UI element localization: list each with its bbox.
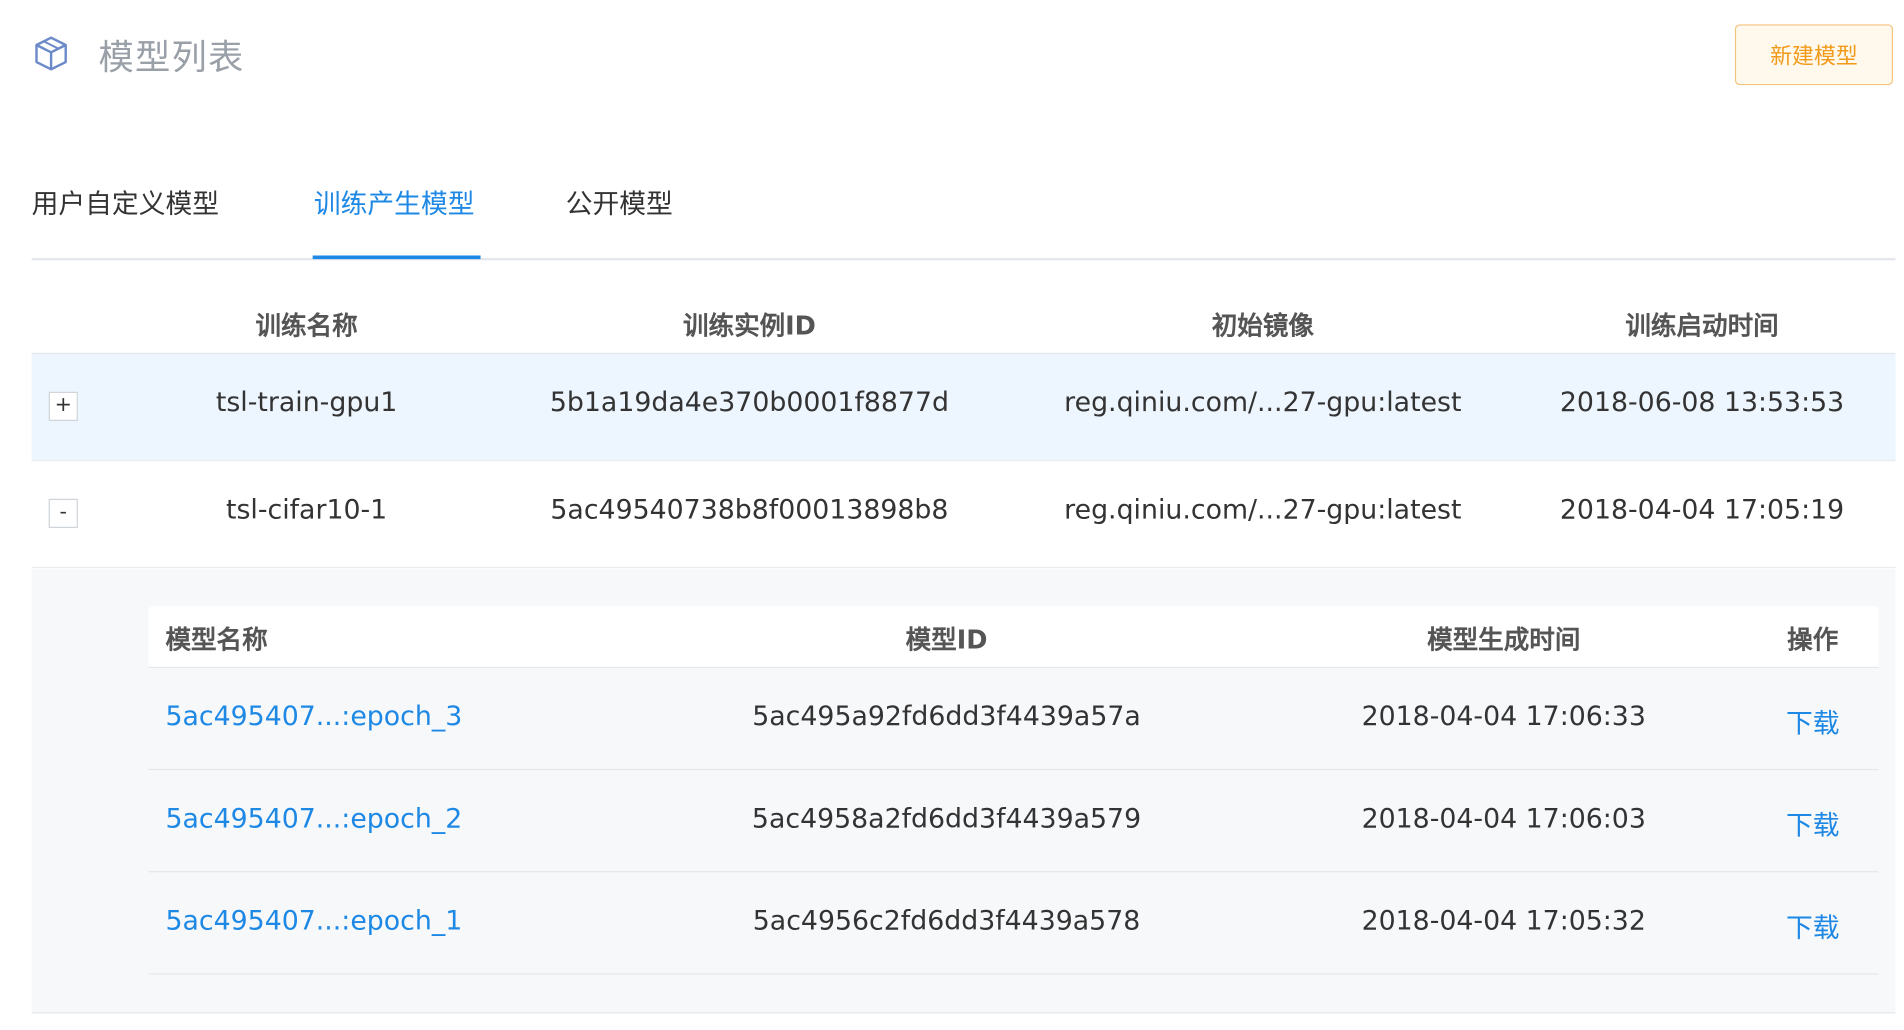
- training-name: tsl-cifar10-1: [225, 495, 388, 526]
- page-canvas: 模型列表 新建模型 用户自定义模型 训练产生模型 公开模型 训练名称 训练实例I…: [0, 0, 1904, 1028]
- column-header-start-time: 训练启动时间: [1625, 311, 1779, 341]
- model-row: 5ac495407...:epoch_2 5ac4958a2fd6dd3f443…: [148, 770, 1879, 873]
- collapse-toggle[interactable]: -: [48, 498, 78, 529]
- model-name-link[interactable]: 5ac495407...:epoch_3: [165, 702, 462, 732]
- model-id: 5ac4956c2fd6dd3f4439a578: [752, 906, 1141, 937]
- model-created-time: 2018-04-04 17:06:03: [1361, 804, 1646, 835]
- column-header-instance-id: 训练实例ID: [682, 311, 816, 341]
- model-id: 5ac4958a2fd6dd3f4439a579: [751, 804, 1142, 835]
- page-title: 模型列表: [98, 36, 245, 78]
- instance-id: 5b1a19da4e370b0001f8877d: [549, 388, 949, 419]
- model-row: 5ac495407...:epoch_3 5ac495a92fd6dd3f443…: [148, 668, 1879, 771]
- download-link[interactable]: 下载: [1786, 702, 1840, 741]
- model-created-time: 2018-04-04 17:06:33: [1361, 701, 1646, 733]
- new-model-button[interactable]: 新建模型: [1734, 24, 1894, 86]
- start-time: 2018-04-04 17:05:19: [1559, 495, 1845, 526]
- column-header-model-id: 模型ID: [905, 625, 988, 655]
- training-row[interactable]: - tsl-cifar10-1 5ac49540738b8f00013898b8…: [31, 461, 1896, 569]
- initial-image: reg.qiniu.com/...27-gpu:latest: [1064, 495, 1462, 526]
- cube-icon: [35, 36, 67, 71]
- model-id: 5ac495a92fd6dd3f4439a57a: [752, 701, 1141, 733]
- tab-bar: 用户自定义模型 训练产生模型 公开模型: [31, 170, 1896, 261]
- instance-id: 5ac49540738b8f00013898b8: [550, 495, 949, 526]
- training-table-header: 训练名称 训练实例ID 初始镜像 训练启动时间: [31, 292, 1896, 355]
- column-header-created-time: 模型生成时间: [1427, 625, 1581, 655]
- download-link[interactable]: 下载: [1786, 906, 1840, 945]
- model-row: 5ac495407...:epoch_1 5ac4956c2fd6dd3f443…: [148, 872, 1879, 975]
- active-tab-indicator: [312, 255, 481, 260]
- model-name-link[interactable]: 5ac495407...:epoch_2: [165, 804, 462, 834]
- tab-training-models[interactable]: 训练产生模型: [314, 182, 475, 221]
- training-name: tsl-train-gpu1: [215, 388, 398, 419]
- download-link[interactable]: 下载: [1786, 804, 1840, 843]
- column-header-model-name: 模型名称: [165, 625, 268, 655]
- expand-toggle[interactable]: +: [48, 391, 78, 421]
- models-table-header: 模型名称 模型ID 模型生成时间 操作: [148, 605, 1879, 668]
- tab-custom-models[interactable]: 用户自定义模型: [32, 182, 219, 221]
- column-header-training-name: 训练名称: [255, 311, 358, 341]
- column-header-initial-image: 初始镜像: [1211, 311, 1314, 341]
- column-header-actions: 操作: [1787, 625, 1839, 655]
- start-time: 2018-06-08 13:53:53: [1559, 388, 1845, 419]
- model-created-time: 2018-04-04 17:05:32: [1361, 906, 1646, 937]
- model-name-link[interactable]: 5ac495407...:epoch_1: [165, 906, 462, 936]
- tab-public-models[interactable]: 公开模型: [566, 182, 673, 221]
- training-row[interactable]: + tsl-train-gpu1 5b1a19da4e370b0001f8877…: [31, 354, 1896, 462]
- initial-image: reg.qiniu.com/...27-gpu:latest: [1064, 388, 1462, 419]
- expanded-models-panel: 模型名称 模型ID 模型生成时间 操作 5ac495407...:epoch_3…: [31, 569, 1896, 1014]
